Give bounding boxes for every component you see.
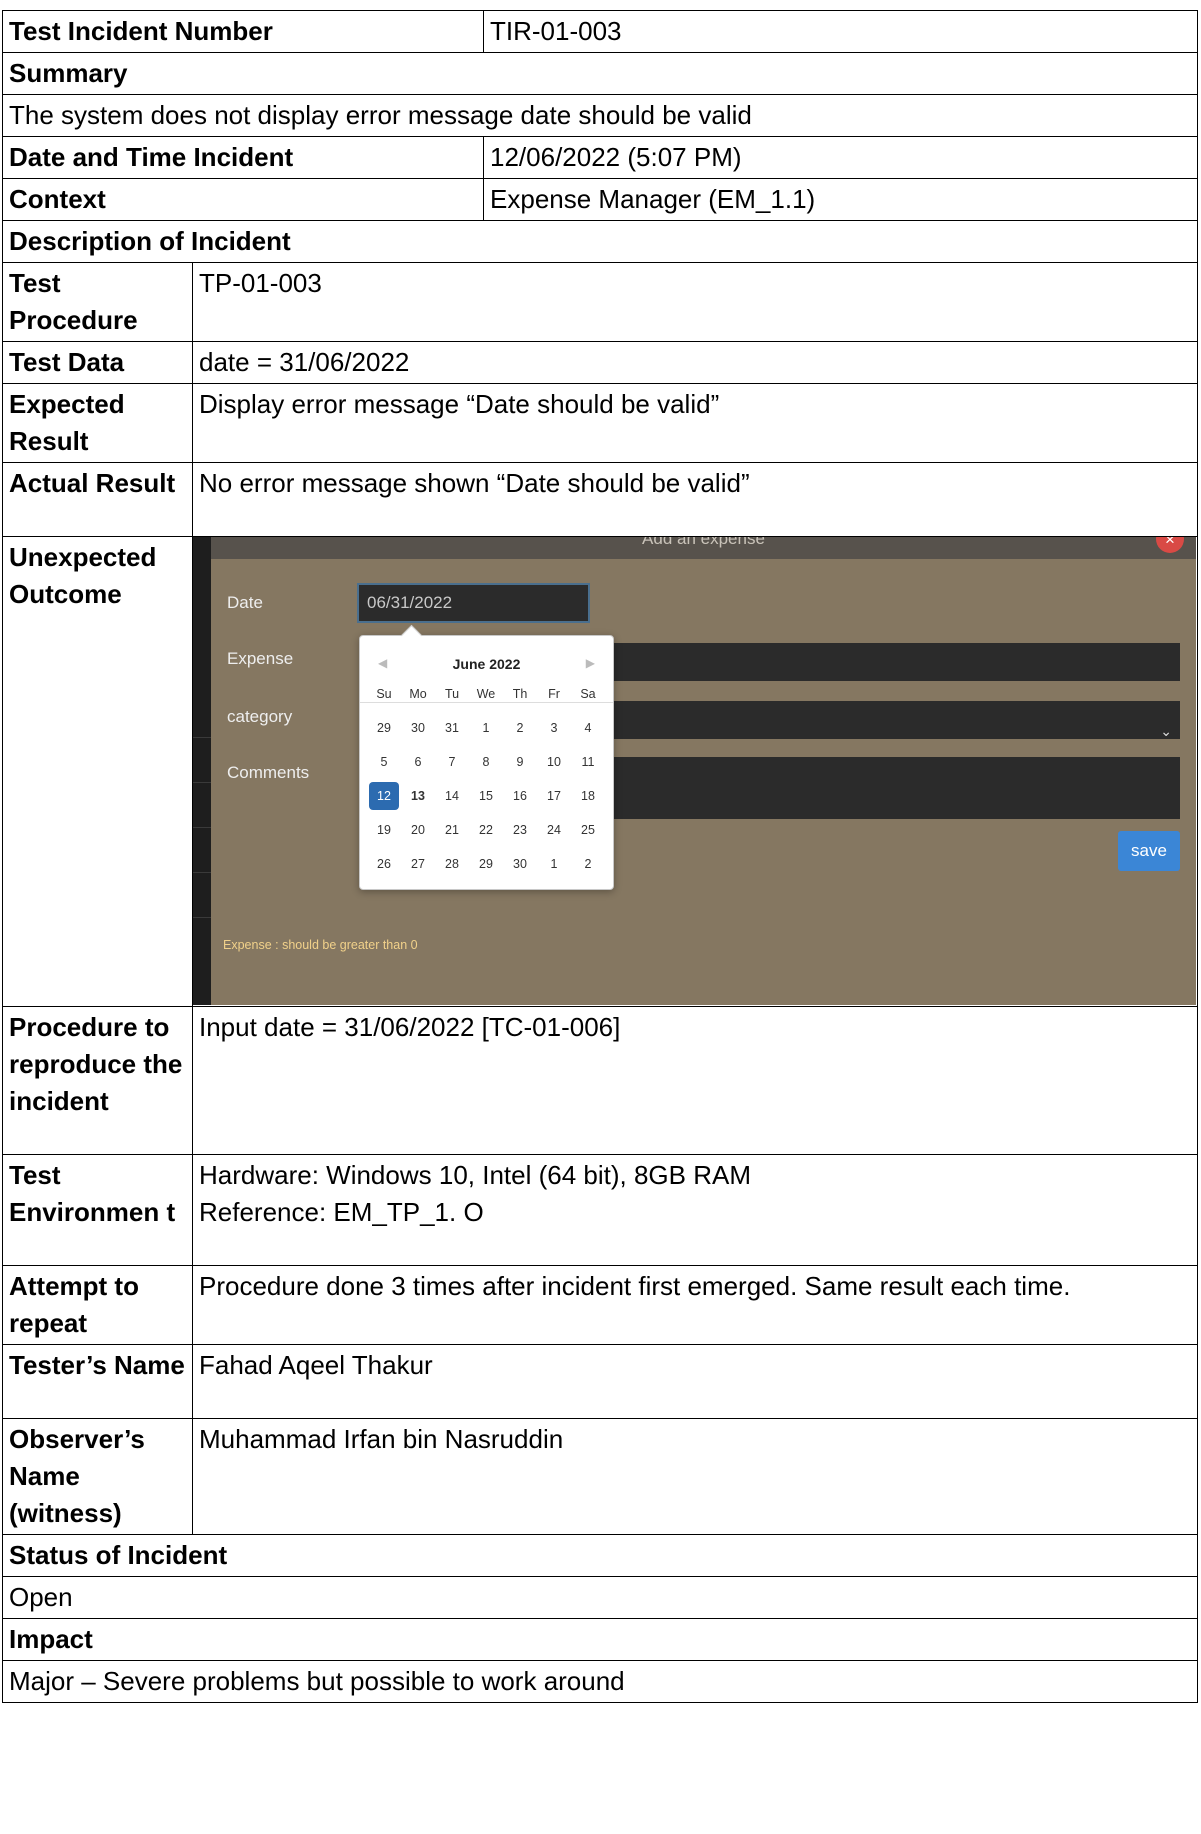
weekday-header: Tu xyxy=(444,687,460,701)
calendar-day[interactable]: 21 xyxy=(437,816,467,844)
datepicker-popup: ◀ June 2022 ▶ Su Mo Tu We Th Fr Sa 29 30 31 1 2 3 4 5 6… xyxy=(359,624,614,890)
date-time-label: Date and Time Incident xyxy=(1,136,485,179)
tester-value: Fahad Aqeel Thakur xyxy=(191,1344,1199,1419)
calendar-day[interactable]: 12 xyxy=(369,782,399,810)
expense-field-label: Expense xyxy=(227,649,294,668)
calendar-day[interactable]: 25 xyxy=(573,816,603,844)
calendar-day[interactable]: 9 xyxy=(505,748,535,776)
status-value: Open xyxy=(1,1576,1199,1619)
incident-number-label: Test Incident Number xyxy=(1,10,485,53)
weekday-header: Th xyxy=(512,687,528,701)
modal-title: Add an expense xyxy=(642,537,765,549)
calendar-day[interactable]: 29 xyxy=(471,850,501,878)
date-time-value: 12/06/2022 (5:07 PM) xyxy=(483,136,1199,179)
calendar-day[interactable]: 5 xyxy=(369,748,399,776)
calendar-day[interactable]: 30 xyxy=(505,850,535,878)
calendar-day[interactable]: 1 xyxy=(539,850,569,878)
summary-text: The system does not display error messag… xyxy=(1,94,1199,137)
environment-reference: Reference: EM_TP_1. O xyxy=(199,1197,484,1227)
context-label: Context xyxy=(1,178,485,221)
calendar-day[interactable]: 20 xyxy=(403,816,433,844)
environment-hardware: Hardware: Windows 10, Intel (64 bit), 8G… xyxy=(199,1160,751,1190)
calendar-day[interactable]: 10 xyxy=(539,748,569,776)
save-button[interactable]: save xyxy=(1118,831,1180,871)
weekday-header: We xyxy=(476,687,496,701)
expected-result-label: Expected Result xyxy=(2,383,193,463)
unexpected-outcome-label: Unexpected Outcome xyxy=(2,536,193,1007)
calendar-day[interactable]: 15 xyxy=(471,782,501,810)
tester-label: Tester’s Name xyxy=(2,1344,193,1419)
weekday-header: Sa xyxy=(580,687,596,701)
calendar-day[interactable]: 16 xyxy=(505,782,535,810)
datepicker-pointer xyxy=(400,624,423,647)
environment-value: Hardware: Windows 10, Intel (64 bit), 8G… xyxy=(191,1154,1199,1266)
weekday-header: Mo xyxy=(409,687,427,701)
weekday-header: Fr xyxy=(548,687,560,701)
environment-label: Test Environmen t xyxy=(2,1154,193,1266)
calendar-day[interactable]: 26 xyxy=(369,850,399,878)
app-screenshot: Add an expense × Date 06/31/2022 Expense… xyxy=(193,537,1196,1005)
test-data-label: Test Data xyxy=(2,341,193,384)
calendar-day[interactable]: 24 xyxy=(539,816,569,844)
comments-field-label: Comments xyxy=(227,763,310,782)
calendar-day[interactable]: 8 xyxy=(471,748,501,776)
test-procedure-value: TP-01-003 xyxy=(191,262,1199,342)
expense-error-message: Expense : should be greater than 0 xyxy=(223,938,418,952)
calendar-day[interactable]: 2 xyxy=(505,714,535,742)
calendar-day[interactable]: 11 xyxy=(573,748,603,776)
background-list-strip xyxy=(193,537,211,1005)
impact-label: Impact xyxy=(1,1618,1199,1661)
calendar-day[interactable]: 29 xyxy=(369,714,399,742)
calendar-day[interactable]: 1 xyxy=(471,714,501,742)
status-label: Status of Incident xyxy=(1,1534,1199,1577)
date-field-label: Date xyxy=(227,593,263,612)
calendar-day[interactable]: 22 xyxy=(471,816,501,844)
calendar-day[interactable]: 4 xyxy=(573,714,603,742)
calendar-day[interactable]: 3 xyxy=(539,714,569,742)
calendar-day[interactable]: 30 xyxy=(403,714,433,742)
test-procedure-label: Test Procedure xyxy=(2,262,193,342)
actual-result-label: Actual Result xyxy=(2,462,193,537)
observer-label: Observer’s Name (witness) xyxy=(2,1418,193,1535)
calendar-day[interactable]: 23 xyxy=(505,816,535,844)
calendar-day[interactable]: 18 xyxy=(573,782,603,810)
procedure-label: Procedure to reproduce the incident xyxy=(2,1006,193,1155)
context-value: Expense Manager (EM_1.1) xyxy=(483,178,1199,221)
calendar-day[interactable]: 7 xyxy=(437,748,467,776)
attempt-label: Attempt to repeat xyxy=(2,1265,193,1345)
modal-header: Add an expense xyxy=(211,537,1196,559)
calendar-day[interactable]: 19 xyxy=(369,816,399,844)
impact-value: Major – Severe problems but possible to … xyxy=(1,1660,1199,1703)
weekday-header: Su xyxy=(376,687,392,701)
category-select[interactable]: ⌄ xyxy=(590,701,1180,739)
calendar-day[interactable]: 28 xyxy=(437,850,467,878)
calendar-day[interactable]: 17 xyxy=(539,782,569,810)
calendar-day[interactable]: 31 xyxy=(437,714,467,742)
actual-result-value: No error message shown “Date should be v… xyxy=(191,462,1199,537)
test-data-value: date = 31/06/2022 xyxy=(191,341,1199,384)
calendar-day[interactable]: 14 xyxy=(437,782,467,810)
calendar-day[interactable]: 6 xyxy=(403,748,433,776)
observer-value: Muhammad Irfan bin Nasruddin xyxy=(191,1418,1199,1535)
screenshot-cell: Add an expense × Date 06/31/2022 Expense… xyxy=(191,536,1199,1007)
incident-report-table: Test Incident Number TIR-01-003 Summary … xyxy=(1,10,1199,1703)
summary-label: Summary xyxy=(1,52,1199,95)
calendar-day[interactable]: 27 xyxy=(403,850,433,878)
incident-number-value: TIR-01-003 xyxy=(483,10,1199,53)
category-field-label: category xyxy=(227,707,293,726)
expected-result-value: Display error message “Date should be va… xyxy=(191,383,1199,463)
comments-textarea[interactable] xyxy=(590,757,1180,819)
description-label: Description of Incident xyxy=(1,220,1199,263)
calendar-day[interactable]: 2 xyxy=(573,850,603,878)
attempt-value: Procedure done 3 times after incident fi… xyxy=(191,1265,1199,1345)
date-input[interactable]: 06/31/2022 xyxy=(357,583,590,623)
chevron-down-icon: ⌄ xyxy=(1160,723,1172,739)
expense-input[interactable] xyxy=(590,643,1180,681)
procedure-value: Input date = 31/06/2022 [TC-01-006] xyxy=(191,1006,1199,1155)
calendar-day[interactable]: 13 xyxy=(403,782,433,810)
